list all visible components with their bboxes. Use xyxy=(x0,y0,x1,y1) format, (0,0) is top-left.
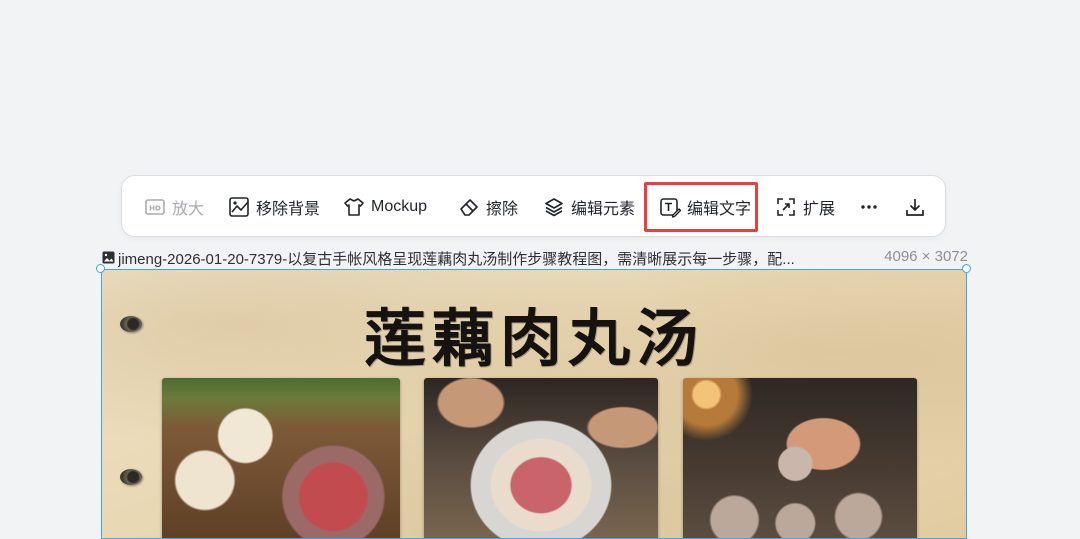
more-button[interactable] xyxy=(858,176,880,238)
image-icon xyxy=(102,251,115,264)
resize-handle-top-right[interactable] xyxy=(962,264,971,273)
erase-label: 擦除 xyxy=(486,201,519,218)
hd-icon: HD xyxy=(145,199,165,215)
layers-icon xyxy=(545,198,563,217)
remove-background-label: 移除背景 xyxy=(256,201,321,218)
download-button[interactable] xyxy=(904,176,926,238)
image-title-text: 莲藕肉丸汤 xyxy=(363,302,704,375)
more-icon xyxy=(861,205,877,209)
edit-text-highlight xyxy=(644,182,758,232)
upscale-label: 放大 xyxy=(172,201,205,218)
selected-image[interactable]: 莲藕肉丸汤 xyxy=(101,269,967,539)
mixing-filling-photo xyxy=(424,378,658,538)
lotus-root-and-pork-photo xyxy=(162,378,400,538)
erase-button[interactable]: 擦除 xyxy=(458,176,518,238)
remove-background-icon xyxy=(229,197,249,217)
eraser-icon xyxy=(460,199,478,216)
shaping-meatballs-photo xyxy=(683,378,917,538)
resize-handle-top-left[interactable] xyxy=(96,264,105,273)
image-dimensions: 4096 × 3072 xyxy=(884,248,968,265)
svg-text:HD: HD xyxy=(149,205,161,213)
expand-button[interactable]: 扩展 xyxy=(775,176,835,238)
mockup-label: Mockup xyxy=(371,198,428,215)
image-toolbar: HD 放大 移除背景 Mockup 擦除 编辑元素 编辑文字 扩展 xyxy=(121,175,946,237)
image-caption: jimeng-2026-01-20-7379-以复古手帐风格呈现莲藕肉丸汤制作步… xyxy=(102,248,968,268)
download-icon xyxy=(906,199,924,216)
tshirt-icon xyxy=(344,198,364,216)
remove-background-button[interactable]: 移除背景 xyxy=(228,176,320,238)
edit-elements-button[interactable]: 编辑元素 xyxy=(543,176,635,238)
mockup-button[interactable]: Mockup xyxy=(343,176,427,238)
upscale-button[interactable]: HD 放大 xyxy=(144,176,204,238)
binder-ring-icon xyxy=(120,469,142,485)
expand-label: 扩展 xyxy=(803,201,836,218)
image-filename: jimeng-2026-01-20-7379-以复古手帐风格呈现莲藕肉丸汤制作步… xyxy=(118,251,795,268)
edit-elements-label: 编辑元素 xyxy=(571,201,636,218)
expand-icon xyxy=(777,198,795,216)
